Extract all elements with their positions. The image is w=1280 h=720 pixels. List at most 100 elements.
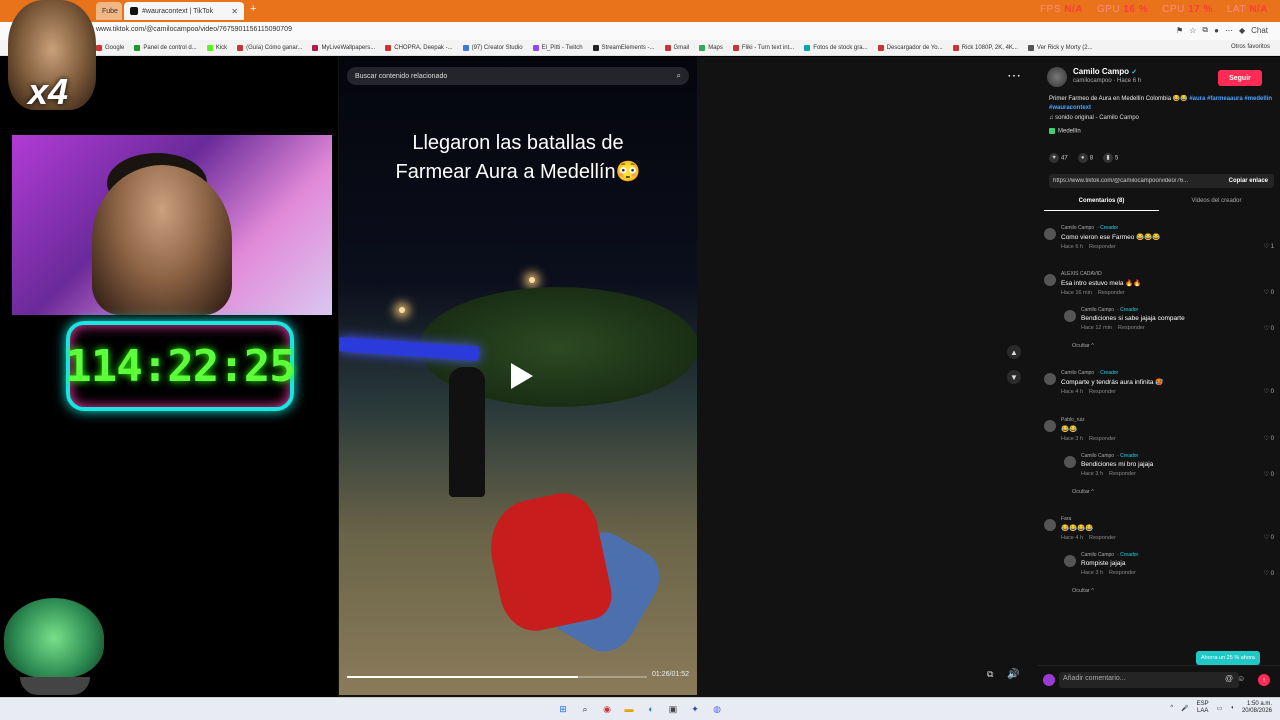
comment-like[interactable]: ♡ 0 [1264, 435, 1274, 442]
network-icon[interactable]: ▭ [1217, 705, 1223, 712]
speaker-icon[interactable]: ◖ [1230, 705, 1234, 711]
author-name[interactable]: Camilo Campo ✓ [1073, 67, 1141, 76]
avatar[interactable] [1044, 420, 1056, 432]
folder-icon[interactable]: ▬ [622, 702, 636, 716]
other-bookmarks[interactable]: Otros favoritos [1231, 44, 1270, 50]
emoji-icon[interactable]: ☺ [1237, 674, 1245, 683]
reply-button[interactable]: Responder [1109, 471, 1136, 477]
hide-replies-button[interactable]: Ocultar ^ [1072, 588, 1280, 594]
comment-author[interactable]: Pablo_ruiz [1061, 417, 1274, 423]
copy-link-button[interactable]: Copiar enlace [1229, 178, 1274, 184]
star-icon[interactable]: ☆ [1189, 26, 1196, 35]
share-url[interactable]: https://www.tiktok.com/@camilocampoo/vid… [1053, 178, 1213, 184]
video-progress[interactable] [347, 676, 647, 678]
avatar[interactable] [1044, 274, 1056, 286]
reply-button[interactable]: Responder [1089, 535, 1116, 541]
bookmark-item[interactable]: Ver Rick y Morty (2... [1027, 44, 1093, 51]
mic-icon[interactable]: 🎤 [1181, 705, 1188, 712]
bookmark-item[interactable]: Kick [206, 44, 227, 51]
bookmark-item[interactable]: Google [96, 44, 124, 51]
comment-like[interactable]: ♡ 0 [1264, 289, 1274, 296]
follow-button[interactable]: Seguir [1218, 70, 1262, 86]
start-icon[interactable]: ⊞ [556, 702, 570, 716]
bookmark-item[interactable]: Maps [699, 44, 723, 51]
comment-like[interactable]: ♡ 0 [1264, 471, 1274, 478]
search-icon[interactable]: ⌕ [677, 71, 681, 81]
copilot-icon[interactable]: ◆ [1239, 26, 1245, 35]
pip-icon[interactable]: ⧉ [987, 669, 993, 680]
comment-author[interactable]: Camilo Campo · Creador [1061, 370, 1274, 376]
send-icon[interactable]: ↑ [1258, 674, 1270, 686]
volume-icon[interactable]: 🔊 [1007, 669, 1019, 680]
comment-like[interactable]: ♡ 0 [1264, 325, 1274, 332]
comment-author[interactable]: Camilo Campo · Creador [1081, 552, 1274, 558]
like-button[interactable]: ♥ 47 [1049, 153, 1068, 163]
prev-video-icon[interactable]: ▲ [1007, 345, 1021, 359]
url-field[interactable]: www.tiktok.com/@camilocampoo/video/76759… [96, 26, 292, 33]
discord-icon[interactable]: ◍ [710, 702, 724, 716]
close-tab-icon[interactable]: ✕ [231, 7, 238, 16]
location-tag[interactable]: Medellín [1049, 128, 1081, 135]
bookmark-item[interactable]: El_Pitti - Twitch [532, 44, 583, 51]
comment-like[interactable]: ♡ 0 [1264, 534, 1274, 541]
bookmark-item[interactable]: (Guía) Cómo ganar... [237, 44, 302, 51]
chat-label[interactable]: Chat [1251, 26, 1268, 35]
tab-creator-videos[interactable]: Videos del creador [1159, 195, 1274, 211]
comment-like[interactable]: ♡ 0 [1264, 570, 1274, 577]
bookmark-item[interactable]: Descargador de Yo... [877, 44, 943, 51]
avatar[interactable] [1044, 373, 1056, 385]
bookmark-item[interactable]: MyLiveWallpapers... [312, 44, 375, 51]
video-player[interactable]: Buscar contenido relacionado ⌕ Llegaron … [339, 57, 697, 695]
comment-button[interactable]: ● 8 [1077, 153, 1093, 163]
tab-comments[interactable]: Comentarios (8) [1044, 195, 1159, 211]
reply-button[interactable]: Responder [1098, 290, 1125, 296]
bookmark-item[interactable]: CHOPRA, Deepak -... [385, 44, 453, 51]
comment-author[interactable]: Camilo Campo · Creador [1061, 225, 1274, 231]
next-video-icon[interactable]: ▼ [1007, 370, 1021, 384]
new-tab-icon[interactable]: + [250, 3, 256, 15]
comment-input[interactable]: Añadir comentario... [1059, 672, 1239, 688]
bookmark-item[interactable]: Fliki - Turn text int... [732, 44, 794, 51]
hide-replies-button[interactable]: Ocultar ^ [1072, 489, 1280, 495]
bookmark-item[interactable]: Fotos de stock gra... [804, 44, 868, 51]
bookmark-item[interactable]: StreamElements -... [592, 44, 655, 51]
comment-author[interactable]: Camilo Campo · Creador [1081, 307, 1274, 313]
reply-button[interactable]: Responder [1089, 244, 1116, 250]
avatar[interactable] [1064, 456, 1076, 468]
reply-button[interactable]: Responder [1089, 389, 1116, 395]
comment-author[interactable]: ALEXIS CADAVID [1061, 271, 1274, 277]
steam-icon[interactable]: ✦ [688, 702, 702, 716]
promo-badge[interactable]: Ahorra un 25 % ahora [1196, 651, 1260, 665]
reply-button[interactable]: Responder [1109, 570, 1136, 576]
profile-icon[interactable]: ● [1214, 26, 1219, 35]
bookmark-item[interactable]: Rick 1080P, 2K, 4K... [952, 44, 1018, 51]
avatar[interactable] [1064, 310, 1076, 322]
menu-icon[interactable]: ⋯ [1225, 26, 1233, 35]
comment-author[interactable]: Camilo Campo · Creador [1081, 453, 1274, 459]
comment-like[interactable]: ♡ 1 [1264, 243, 1274, 250]
hide-replies-button[interactable]: Ocultar ^ [1072, 343, 1280, 349]
chevron-up-icon[interactable]: ^ [1170, 705, 1173, 711]
comment-like[interactable]: ♡ 0 [1264, 388, 1274, 395]
play-icon[interactable] [511, 363, 533, 389]
reply-button[interactable]: Responder [1089, 436, 1116, 442]
bookmark-item[interactable]: (97) Creator Studio [462, 44, 523, 51]
clock[interactable]: 1:50 a.m. 20/08/2026 [1242, 701, 1272, 715]
related-search[interactable]: Buscar contenido relacionado ⌕ [347, 67, 689, 85]
obs-icon[interactable]: ◉ [600, 702, 614, 716]
sound-link[interactable]: ♫ sonido original - Camilo Campo [1049, 115, 1139, 121]
translate-icon[interactable]: ⚑ [1176, 26, 1183, 35]
mention-icon[interactable]: @ [1225, 674, 1233, 683]
extensions-icon[interactable]: ⧉ [1202, 25, 1208, 35]
search-icon[interactable]: ⌕ [578, 702, 592, 716]
reply-button[interactable]: Responder [1118, 325, 1145, 331]
tab-background[interactable]: Fube [96, 2, 122, 20]
app-icon[interactable]: ▣ [666, 702, 680, 716]
avatar[interactable] [1064, 555, 1076, 567]
bookmark-item[interactable]: Panel de control d... [134, 44, 197, 51]
tab-tiktok[interactable]: #wauracontext | TikTok ✕ [124, 2, 244, 20]
edge-icon[interactable]: ◐ [644, 702, 658, 716]
bookmark-item[interactable]: Gmail [664, 44, 689, 51]
language-indicator[interactable]: ESP LAA [1197, 701, 1209, 715]
more-options-icon[interactable]: ⋯ [1007, 67, 1021, 84]
